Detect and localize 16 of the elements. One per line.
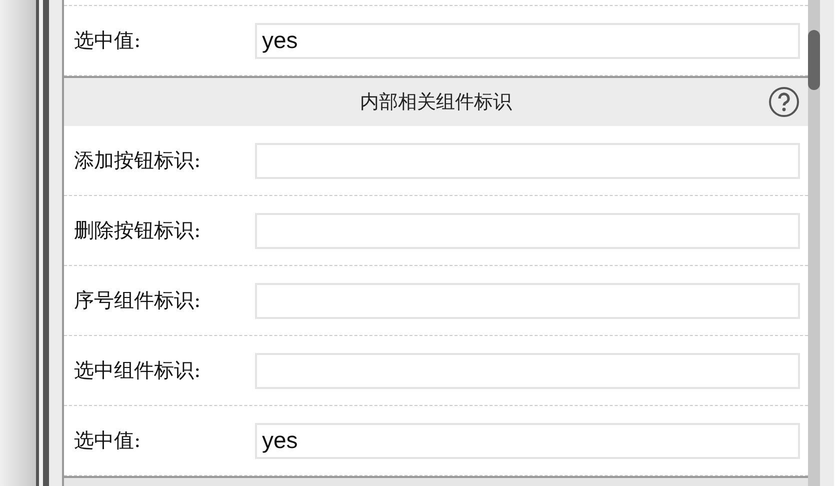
scroll-thumb[interactable] [808,30,820,90]
field-label: 选中值: [74,27,142,54]
input-field[interactable]: yes [254,422,800,458]
field-label: 选中组件标识: [74,357,202,384]
scrollbar[interactable] [808,0,820,486]
field-label: 序号组件标识: [74,287,202,314]
input-field[interactable] [254,142,800,178]
section-title: 内部相关组件标识 [360,90,512,115]
field-label: 添加按钮标识: [74,147,202,174]
help-icon[interactable] [768,86,800,118]
input-field[interactable] [254,212,800,248]
input-field[interactable] [254,282,800,318]
field-label: 删除按钮标识: [74,217,202,244]
input-field[interactable]: yes [254,22,800,58]
field-label: 选中值: [74,427,142,454]
input-field[interactable] [254,352,800,388]
